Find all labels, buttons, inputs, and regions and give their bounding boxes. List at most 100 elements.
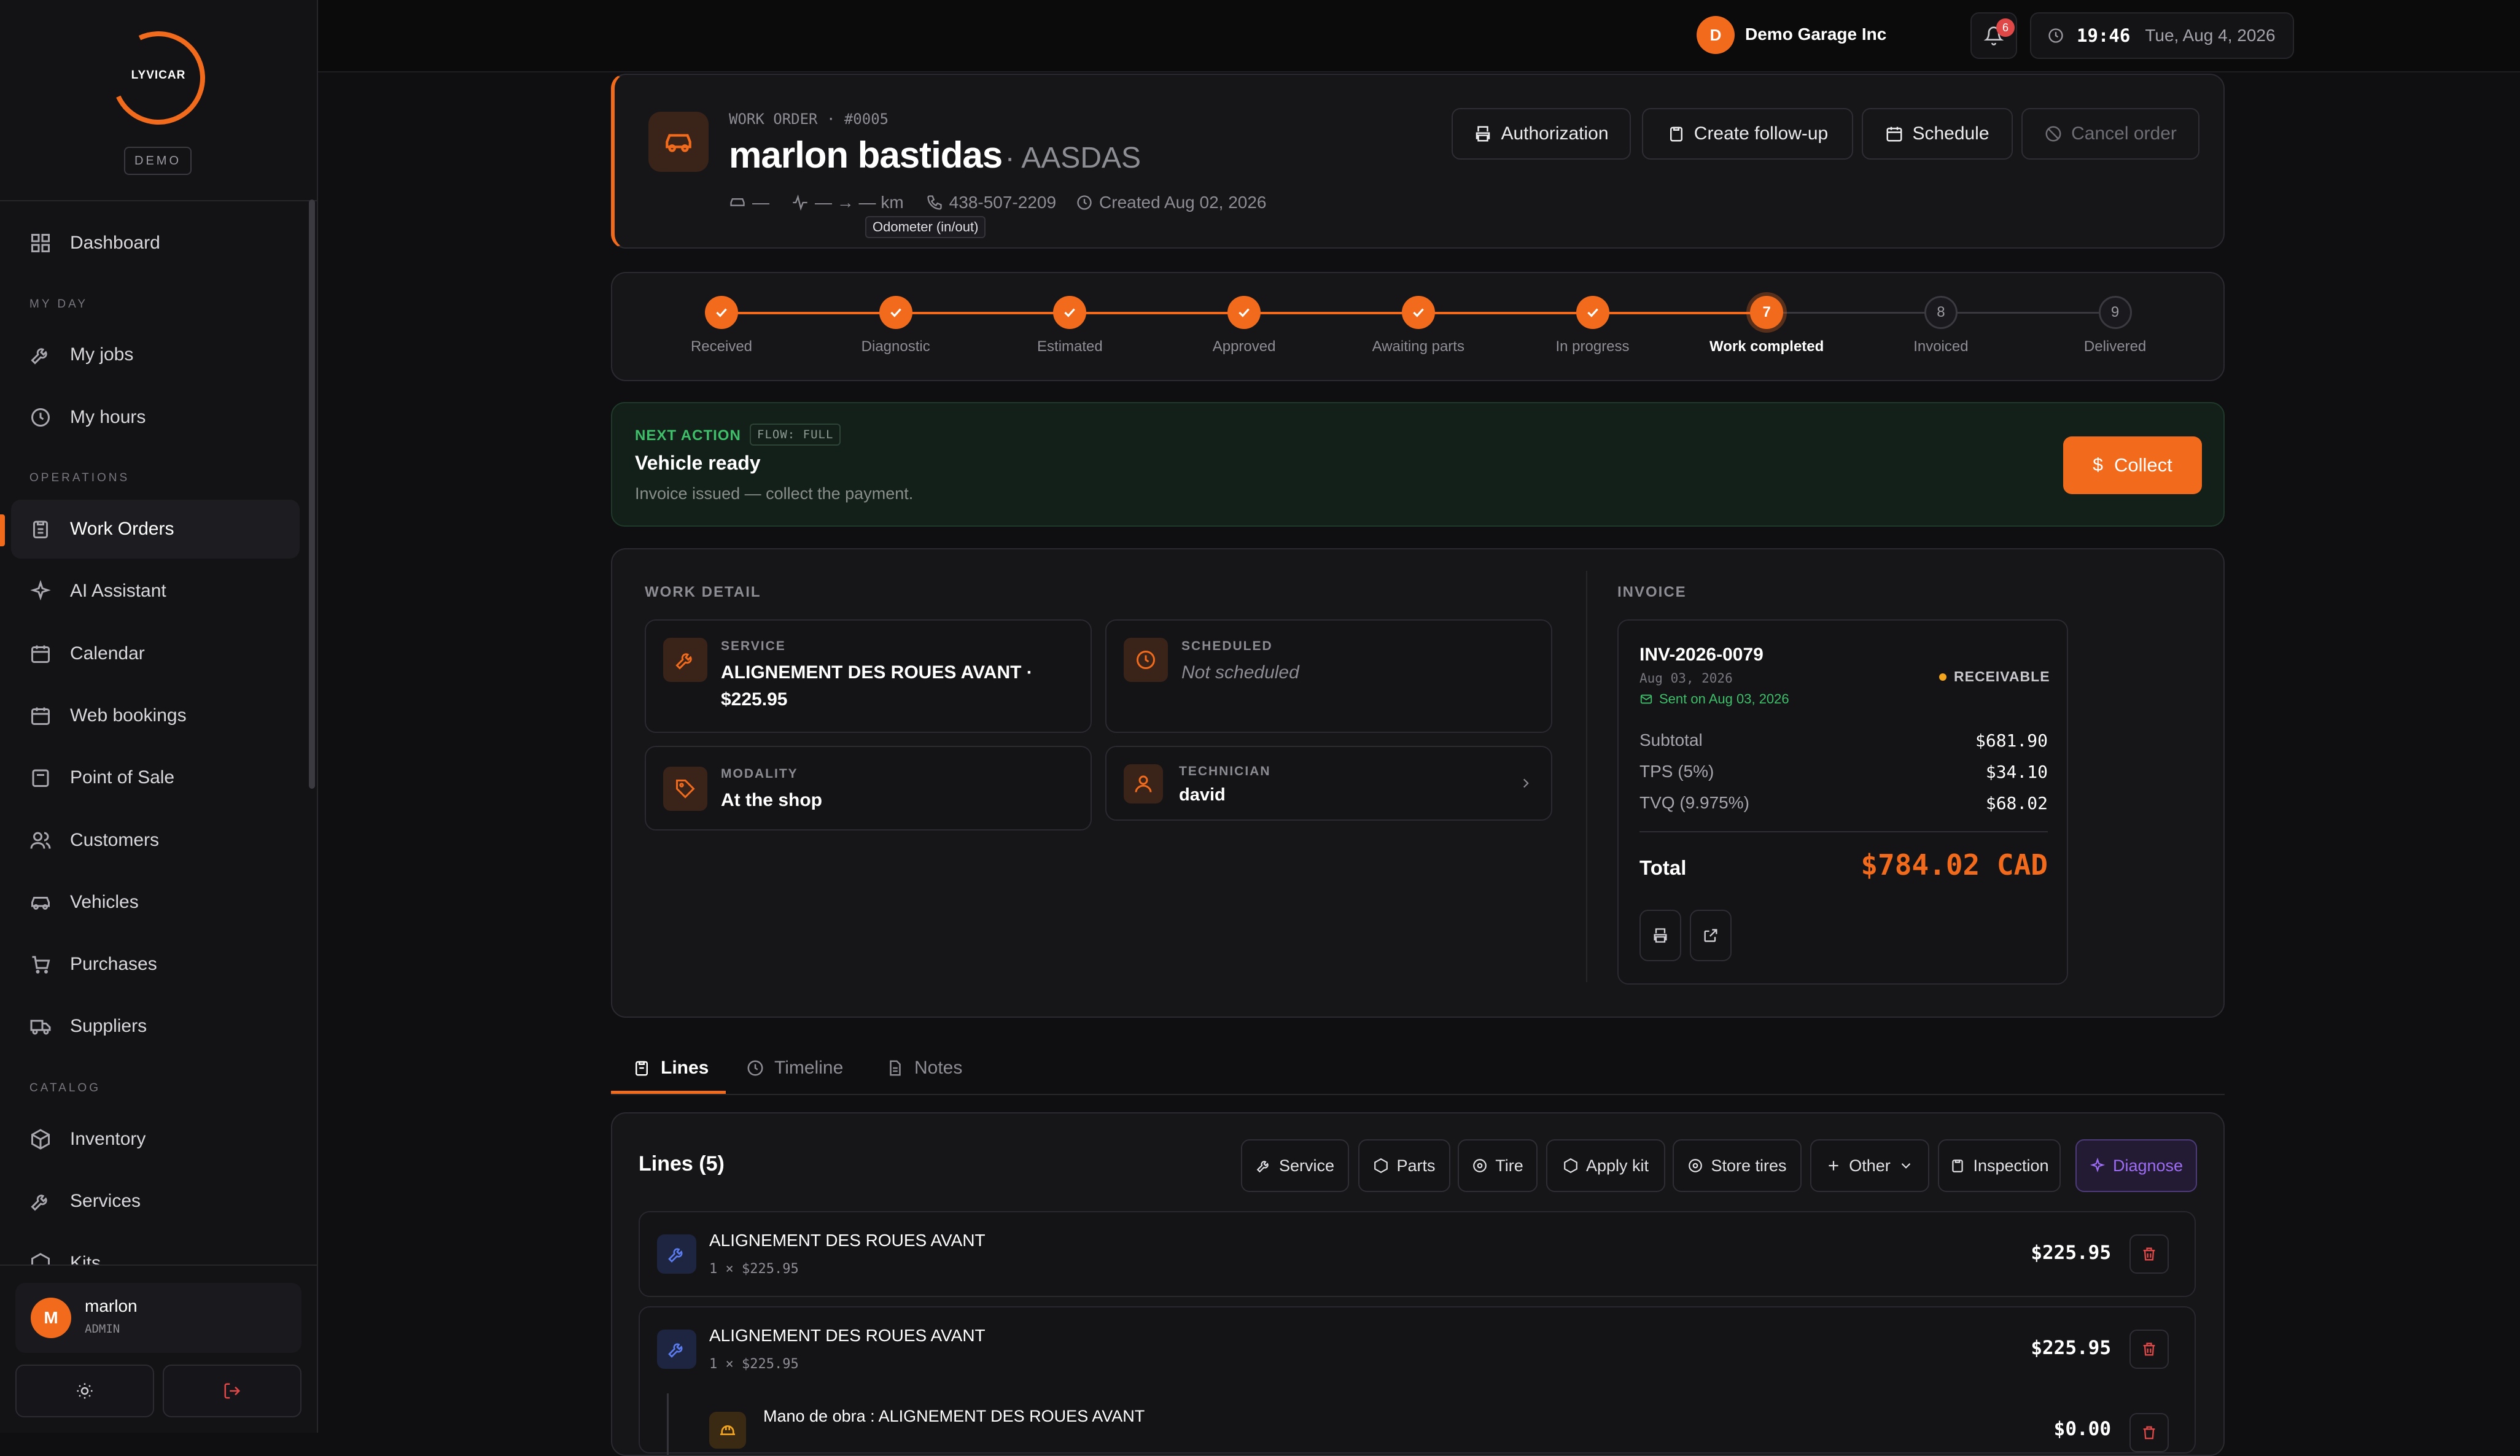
user-card[interactable]: M marlon ADMIN bbox=[15, 1283, 301, 1353]
work-order-label: WORK ORDER · #0005 bbox=[729, 110, 889, 128]
cancel-order-button[interactable]: Cancel order bbox=[2021, 108, 2199, 160]
schedule-button[interactable]: Schedule bbox=[1862, 108, 2013, 160]
labor-badge bbox=[709, 1412, 746, 1449]
tab-timeline[interactable]: Timeline bbox=[746, 1044, 843, 1093]
apply-kit-label: Apply kit bbox=[1585, 1156, 1649, 1175]
car-icon bbox=[730, 198, 745, 206]
inspection-button[interactable]: Inspection bbox=[1938, 1139, 2061, 1192]
odometer-value[interactable]: — → — km bbox=[815, 193, 904, 212]
step-approved[interactable] bbox=[1227, 296, 1261, 329]
avatar: M bbox=[31, 1298, 71, 1338]
trash-icon bbox=[2143, 1247, 2155, 1261]
sub-line-connector bbox=[667, 1393, 669, 1455]
add-tire-button[interactable]: Tire bbox=[1458, 1139, 1538, 1192]
dollar-icon: $ bbox=[2093, 455, 2103, 475]
step-estimated[interactable] bbox=[1053, 296, 1087, 329]
line-quantity: 1 × $225.95 bbox=[709, 1357, 799, 1372]
org-name[interactable]: Demo Garage Inc bbox=[1745, 25, 1886, 44]
sidebar-item-my-jobs[interactable]: My jobs bbox=[11, 325, 300, 384]
check-icon bbox=[1413, 308, 1424, 317]
print-invoice-button[interactable] bbox=[1639, 910, 1681, 961]
delete-line-button[interactable] bbox=[2129, 1234, 2169, 1274]
tab-notes-label: Notes bbox=[914, 1058, 963, 1078]
sidebar-item-web-bookings[interactable]: Web bookings bbox=[11, 686, 300, 745]
delete-sub-line-button[interactable] bbox=[2129, 1413, 2169, 1452]
step-awaiting-parts[interactable] bbox=[1401, 296, 1435, 329]
invoice-number[interactable]: INV-2026-0079 bbox=[1639, 645, 1764, 665]
step-work-completed[interactable]: 7 bbox=[1750, 296, 1784, 329]
add-service-button[interactable]: Service bbox=[1241, 1139, 1349, 1192]
check-icon bbox=[1239, 308, 1250, 317]
current-time: 19:46 bbox=[2077, 25, 2131, 46]
step-diagnostic[interactable] bbox=[879, 296, 912, 329]
add-tire-label: Tire bbox=[1495, 1156, 1523, 1175]
sidebar-item-label: Services bbox=[70, 1191, 141, 1211]
logout-button[interactable] bbox=[163, 1365, 301, 1417]
tab-lines-label: Lines bbox=[661, 1058, 709, 1078]
sidebar-item-my-hours[interactable]: My hours bbox=[11, 388, 300, 447]
step-delivered[interactable]: 9 bbox=[2098, 296, 2132, 329]
clock-icon bbox=[1077, 195, 1092, 210]
org-avatar[interactable]: D bbox=[1697, 16, 1735, 54]
truck-icon bbox=[30, 1020, 51, 1035]
calendar-check-icon bbox=[31, 707, 50, 725]
ban-icon bbox=[2045, 126, 2061, 142]
other-dropdown[interactable]: Other bbox=[1810, 1139, 1929, 1192]
scheduled-card[interactable]: SCHEDULED Not scheduled bbox=[1105, 619, 1552, 733]
list-item[interactable]: ALIGNEMENT DES ROUES AVANT 1 × $225.95 $… bbox=[639, 1306, 2196, 1455]
sidebar-item-services[interactable]: Services bbox=[11, 1172, 300, 1231]
sidebar-item-work-orders[interactable]: Work Orders bbox=[11, 500, 300, 559]
step-label: In progress bbox=[1555, 338, 1630, 355]
collect-button[interactable]: $ Collect bbox=[2063, 436, 2202, 494]
sidebar-item-kits[interactable]: Kits bbox=[11, 1234, 300, 1264]
apply-kit-button[interactable]: Apply kit bbox=[1546, 1139, 1665, 1192]
file-icon bbox=[890, 1060, 901, 1076]
add-service-label: Service bbox=[1278, 1156, 1335, 1175]
sidebar-item-point-of-sale[interactable]: Point of Sale bbox=[11, 748, 300, 807]
list-item[interactable]: ALIGNEMENT DES ROUES AVANT 1 × $225.95 $… bbox=[639, 1211, 2196, 1297]
open-invoice-button[interactable] bbox=[1690, 910, 1732, 961]
sidebar-item-calendar[interactable]: Calendar bbox=[11, 624, 300, 683]
line-quantity: 1 × $225.95 bbox=[709, 1261, 799, 1277]
notifications-button[interactable]: 6 bbox=[1970, 12, 2017, 59]
sidebar-item-dashboard[interactable]: Dashboard bbox=[11, 214, 300, 273]
printer-icon bbox=[1654, 928, 1667, 943]
authorization-button[interactable]: Authorization bbox=[1452, 108, 1631, 160]
modality-card[interactable]: MODALITY At the shop bbox=[645, 746, 1092, 831]
store-tires-button[interactable]: Store tires bbox=[1673, 1139, 1802, 1192]
step-invoiced[interactable]: 8 bbox=[1924, 296, 1958, 329]
step-label: Work completed bbox=[1709, 338, 1824, 355]
sidebar-item-suppliers[interactable]: Suppliers bbox=[11, 997, 300, 1056]
theme-toggle-button[interactable] bbox=[15, 1365, 154, 1417]
sidebar-item-purchases[interactable]: Purchases bbox=[11, 935, 300, 994]
technician-card[interactable]: TECHNICIAN david bbox=[1105, 746, 1552, 821]
diagnose-button[interactable]: Diagnose bbox=[2075, 1139, 2197, 1192]
delete-line-button[interactable] bbox=[2129, 1330, 2169, 1369]
status-badge: RECEIVABLE bbox=[1939, 668, 2050, 685]
service-icon-badge bbox=[663, 638, 707, 682]
service-card[interactable]: SERVICE ALIGNEMENT DES ROUES AVANT · $22… bbox=[645, 619, 1092, 733]
sidebar-scrollbar[interactable] bbox=[309, 199, 315, 789]
chevron-down-icon bbox=[1901, 1163, 1911, 1169]
add-parts-label: Parts bbox=[1396, 1156, 1436, 1175]
sidebar-item-inventory[interactable]: Inventory bbox=[11, 1110, 300, 1169]
work-detail-heading: WORK DETAIL bbox=[645, 584, 761, 600]
add-parts-button[interactable]: Parts bbox=[1358, 1139, 1450, 1192]
inspection-label: Inspection bbox=[1973, 1156, 2049, 1175]
phone-value[interactable]: 438-507-2209 bbox=[949, 193, 1056, 212]
other-label: Other bbox=[1849, 1156, 1891, 1175]
sub-line-name: Mano de obra : ALIGNEMENT DES ROUES AVAN… bbox=[763, 1407, 1145, 1425]
tab-notes[interactable]: Notes bbox=[886, 1044, 962, 1093]
sidebar-item-ai-assistant[interactable]: AI Assistant bbox=[11, 562, 300, 621]
create-follow-up-button[interactable]: Create follow-up bbox=[1642, 108, 1853, 160]
invoice-sent-text: Sent on Aug 03, 2026 bbox=[1659, 691, 1789, 707]
technician-value: david bbox=[1179, 785, 1226, 805]
sidebar-item-vehicles[interactable]: Vehicles bbox=[11, 873, 300, 932]
sidebar-item-customers[interactable]: Customers bbox=[11, 811, 300, 870]
service-value: ALIGNEMENT DES ROUES AVANT · bbox=[721, 662, 1033, 683]
step-received[interactable] bbox=[705, 296, 738, 329]
clipboard-icon bbox=[1952, 1160, 1964, 1172]
tab-lines[interactable]: Lines bbox=[632, 1044, 709, 1093]
clock-icon bbox=[2048, 28, 2063, 43]
step-in-progress[interactable] bbox=[1576, 296, 1609, 329]
